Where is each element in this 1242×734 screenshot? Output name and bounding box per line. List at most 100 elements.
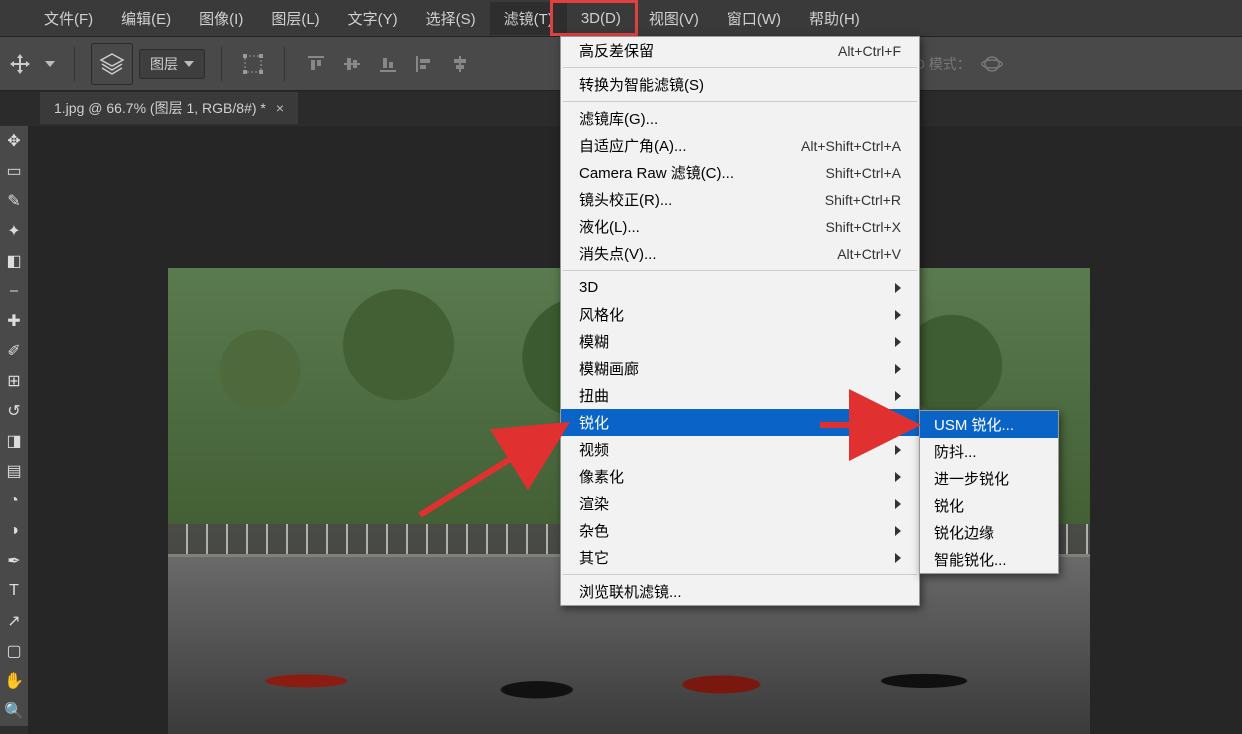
tool-eraser[interactable]: ◨ — [0, 426, 28, 456]
chevron-down-icon[interactable] — [42, 48, 58, 80]
filter-cat-noise[interactable]: 杂色 — [561, 517, 919, 544]
filter-cat-render[interactable]: 渲染 — [561, 490, 919, 517]
toolbox: ✥ ▭ ✎ ✦ ◧ ⎯ ✚ ✐ ⊞ ↺ ◨ ▤ ◔ ◑ ✒ T ↗ ▢ ✋ 🔍 — [0, 126, 28, 726]
filter-cat-pixelate-label: 像素化 — [579, 466, 624, 487]
sharpen-shake-reduction[interactable]: 防抖... — [920, 438, 1058, 465]
filter-convert-smart-label: 转换为智能滤镜(S) — [579, 74, 704, 95]
tool-eyedropper[interactable]: ⎯ — [0, 276, 28, 306]
menu-edit[interactable]: 编辑(E) — [107, 2, 185, 35]
filter-browse-online-label: 浏览联机滤镜... — [579, 581, 682, 602]
submenu-arrow-icon — [895, 391, 901, 401]
orbit-3d-icon[interactable] — [977, 49, 1007, 79]
filter-cat-blur-label: 模糊 — [579, 331, 609, 352]
filter-cat-distort-label: 扭曲 — [579, 385, 609, 406]
filter-convert-smart[interactable]: 转换为智能滤镜(S) — [561, 71, 919, 98]
sharpen-more[interactable]: 进一步锐化 — [920, 465, 1058, 492]
align-vcenter-icon[interactable] — [337, 49, 367, 79]
filter-cat-video[interactable]: 视频 — [561, 436, 919, 463]
filter-last-filter[interactable]: 高反差保留 Alt+Ctrl+F — [561, 37, 919, 64]
menu-layer[interactable]: 图层(L) — [257, 2, 333, 35]
filter-cat-pixelate[interactable]: 像素化 — [561, 463, 919, 490]
close-tab-icon[interactable]: × — [276, 100, 284, 116]
filter-lens-correction-label: 镜头校正(R)... — [579, 189, 672, 210]
submenu-arrow-icon — [895, 283, 901, 293]
filter-cat-stylize[interactable]: 风格化 — [561, 301, 919, 328]
filter-adaptive-wide[interactable]: 自适应广角(A)... Alt+Shift+Ctrl+A — [561, 132, 919, 159]
menu-help[interactable]: 帮助(H) — [795, 2, 874, 35]
tool-wand[interactable]: ✦ — [0, 216, 28, 246]
sharpen-basic[interactable]: 锐化 — [920, 492, 1058, 519]
submenu-arrow-icon — [895, 499, 901, 509]
filter-cat-blur-gallery-label: 模糊画廊 — [579, 358, 639, 379]
filter-cat-distort[interactable]: 扭曲 — [561, 382, 919, 409]
menu-3d[interactable]: 3D(D) — [567, 4, 635, 33]
submenu-arrow-icon — [895, 418, 901, 428]
filter-cat-other[interactable]: 其它 — [561, 544, 919, 571]
tool-type[interactable]: T — [0, 576, 28, 606]
filter-cat-blur-gallery[interactable]: 模糊画廊 — [561, 355, 919, 382]
tool-hand[interactable]: ✋ — [0, 666, 28, 696]
align-bottom-icon[interactable] — [373, 49, 403, 79]
tool-lasso[interactable]: ✎ — [0, 186, 28, 216]
filter-cat-noise-label: 杂色 — [579, 520, 609, 541]
filter-last-filter-label: 高反差保留 — [579, 40, 654, 61]
filter-last-filter-shortcut: Alt+Ctrl+F — [838, 43, 901, 59]
auto-select-label: 图层 — [150, 54, 178, 74]
filter-browse-online[interactable]: 浏览联机滤镜... — [561, 578, 919, 605]
align-left-icon[interactable] — [409, 49, 439, 79]
sharpen-smart[interactable]: 智能锐化... — [920, 546, 1058, 573]
filter-gallery[interactable]: 滤镜库(G)... — [561, 105, 919, 132]
transform-controls-icon[interactable] — [238, 49, 268, 79]
filter-vanishing-point-label: 消失点(V)... — [579, 243, 657, 264]
filter-dropdown-menu: 高反差保留 Alt+Ctrl+F 转换为智能滤镜(S) 滤镜库(G)... 自适… — [560, 36, 920, 606]
filter-vanishing-point[interactable]: 消失点(V)... Alt+Ctrl+V — [561, 240, 919, 267]
filter-cat-3d[interactable]: 3D — [561, 274, 919, 301]
filter-camera-raw[interactable]: Camera Raw 滤镜(C)... Shift+Ctrl+A — [561, 159, 919, 186]
tool-history-brush[interactable]: ↺ — [0, 396, 28, 426]
align-hcenter-icon[interactable] — [445, 49, 475, 79]
sharpen-edges[interactable]: 锐化边缘 — [920, 519, 1058, 546]
submenu-arrow-icon — [895, 364, 901, 374]
filter-cat-blur[interactable]: 模糊 — [561, 328, 919, 355]
tool-pen[interactable]: ✒ — [0, 546, 28, 576]
tool-path[interactable]: ↗ — [0, 606, 28, 636]
sharpen-usm-label: USM 锐化... — [934, 414, 1014, 435]
tool-gradient[interactable]: ▤ — [0, 456, 28, 486]
filter-cat-sharpen[interactable]: 锐化 — [561, 409, 919, 436]
tool-zoom[interactable]: 🔍 — [0, 696, 28, 726]
filter-camera-raw-shortcut: Shift+Ctrl+A — [826, 165, 901, 181]
filter-adaptive-wide-label: 自适应广角(A)... — [579, 135, 687, 156]
align-top-icon[interactable] — [301, 49, 331, 79]
tool-heal[interactable]: ✚ — [0, 306, 28, 336]
filter-cat-3d-label: 3D — [579, 279, 598, 296]
filter-liquify[interactable]: 液化(L)... Shift+Ctrl+X — [561, 213, 919, 240]
tool-brush[interactable]: ✐ — [0, 336, 28, 366]
menu-bar: 文件(F) 编辑(E) 图像(I) 图层(L) 文字(Y) 选择(S) 滤镜(T… — [0, 0, 1242, 36]
tool-move[interactable]: ✥ — [0, 126, 28, 156]
menu-file[interactable]: 文件(F) — [30, 2, 107, 35]
auto-select-layers-icon[interactable] — [91, 43, 133, 85]
menu-image[interactable]: 图像(I) — [185, 2, 257, 35]
tool-marquee[interactable]: ▭ — [0, 156, 28, 186]
filter-liquify-shortcut: Shift+Ctrl+X — [826, 219, 901, 235]
menu-window[interactable]: 窗口(W) — [713, 2, 795, 35]
submenu-arrow-icon — [895, 337, 901, 347]
auto-select-dropdown[interactable]: 图层 — [139, 49, 205, 79]
filter-vanishing-point-shortcut: Alt+Ctrl+V — [837, 246, 901, 262]
filter-lens-correction[interactable]: 镜头校正(R)... Shift+Ctrl+R — [561, 186, 919, 213]
move-tool-icon[interactable] — [4, 48, 36, 80]
filter-camera-raw-label: Camera Raw 滤镜(C)... — [579, 162, 734, 183]
tool-blur[interactable]: ◔ — [0, 486, 28, 516]
tool-crop[interactable]: ◧ — [0, 246, 28, 276]
sharpen-edges-label: 锐化边缘 — [934, 522, 994, 543]
tool-dodge[interactable]: ◑ — [0, 516, 28, 546]
tool-shape[interactable]: ▢ — [0, 636, 28, 666]
menu-view[interactable]: 视图(V) — [635, 2, 713, 35]
tool-stamp[interactable]: ⊞ — [0, 366, 28, 396]
menu-type[interactable]: 文字(Y) — [334, 2, 412, 35]
sharpen-usm[interactable]: USM 锐化... — [920, 411, 1058, 438]
filter-cat-sharpen-label: 锐化 — [579, 412, 609, 433]
menu-filter[interactable]: 滤镜(T) — [490, 2, 567, 35]
document-tab[interactable]: 1.jpg @ 66.7% (图层 1, RGB/8#) * × — [40, 92, 298, 124]
menu-select[interactable]: 选择(S) — [412, 2, 490, 35]
